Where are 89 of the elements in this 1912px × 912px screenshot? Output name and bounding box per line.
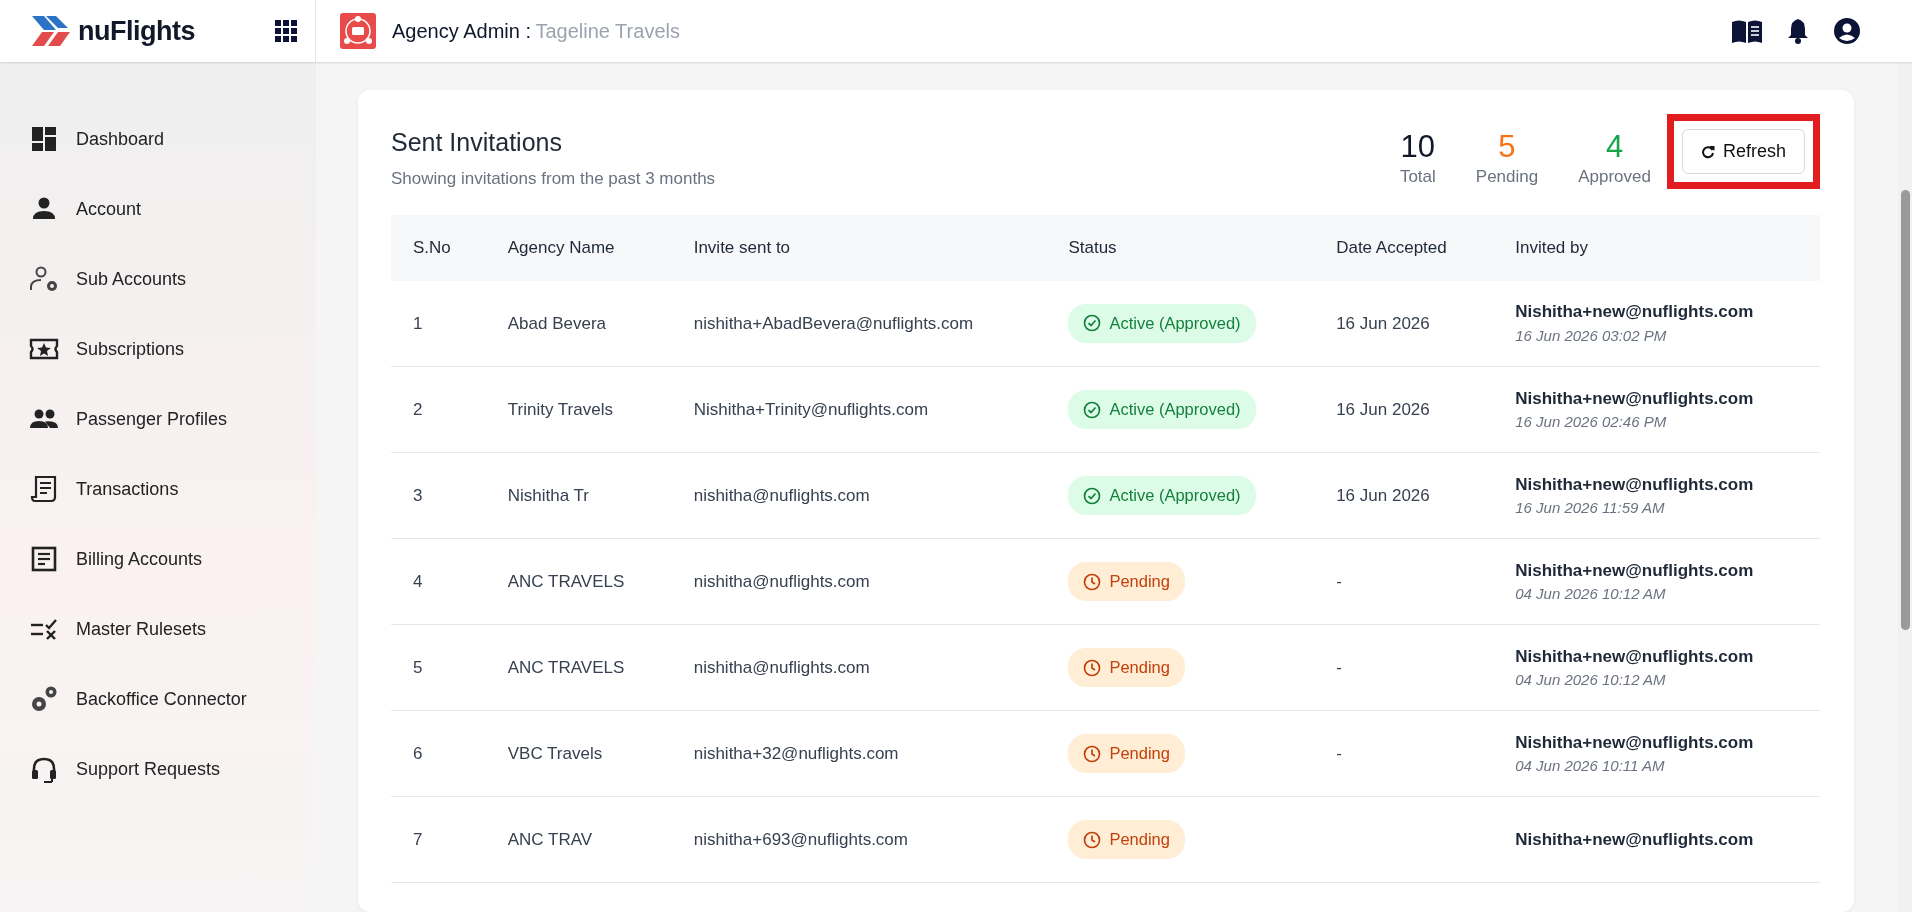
status-badge: Active (Approved): [1068, 476, 1256, 515]
sidebar-item[interactable]: Passenger Profiles: [0, 384, 316, 454]
refresh-icon: [1700, 144, 1715, 159]
table-cell: 2: [413, 399, 423, 419]
agency-name: Tageline Travels: [535, 20, 680, 42]
table-cell: nishitha@nuflights.com: [693, 657, 870, 677]
table-cell: Nishitha+Trinity@nuflights.com: [693, 399, 929, 419]
clock-icon: [1083, 744, 1102, 763]
check-circle-icon: [1083, 314, 1102, 333]
inviter-email: Nishitha+new@nuflights.com: [1515, 559, 1755, 582]
table-cell: 16 Jun 2026: [1336, 399, 1430, 419]
sidebar-item[interactable]: Account: [0, 174, 316, 244]
card-title: Sent Invitations: [391, 127, 563, 158]
sidebar-item[interactable]: Billing Accounts: [0, 524, 316, 594]
brand-name: nuFlights: [78, 14, 195, 48]
table-cell: Trinity Travels: [507, 399, 613, 419]
card-subtitle: Showing invitations from the past 3 months: [391, 167, 716, 190]
check-circle-icon: [1083, 400, 1102, 419]
apps-grid-icon[interactable]: [275, 20, 297, 42]
table-cell: ANC TRAVELS: [507, 571, 625, 591]
table-cell: nishitha+AbadBevera@nuflights.com: [693, 313, 974, 333]
status-badge: Active (Approved): [1068, 390, 1256, 429]
table-cell: ANC TRAV: [507, 829, 593, 849]
table-cell: 5: [413, 657, 423, 677]
table-cell: 6: [413, 743, 423, 763]
sidebar-item[interactable]: Subscriptions: [0, 314, 316, 384]
status-badge: Active (Approved): [1068, 303, 1256, 343]
column-header: S.No: [391, 215, 486, 281]
sidebar-item[interactable]: Transactions: [0, 454, 316, 524]
scrollbar-thumb[interactable]: [1900, 190, 1910, 630]
table-cell: 1: [413, 313, 423, 333]
stat-value: 10: [1399, 130, 1436, 165]
status-badge: Pending: [1068, 648, 1185, 687]
sidebar-item[interactable]: Sub Accounts: [0, 244, 316, 314]
status-badge: Pending: [1068, 820, 1185, 859]
status-badge: Pending: [1068, 562, 1185, 601]
book-icon[interactable]: [1732, 19, 1762, 43]
table-cell: ANC TRAVELS: [507, 657, 625, 677]
stat-label: Approved: [1578, 166, 1651, 189]
refresh-button[interactable]: Refresh: [1681, 129, 1805, 174]
stat-value: 4: [1604, 130, 1625, 165]
column-header: Date Accepted: [1314, 215, 1494, 281]
column-header: Invite sent to: [671, 215, 1047, 281]
stat-value: 5: [1497, 130, 1517, 165]
notification-bell-icon[interactable]: [1786, 18, 1810, 44]
invite-timestamp: 04 Jun 2026 10:12 AM: [1515, 670, 1667, 690]
table-cell: 16 Jun 2026: [1336, 313, 1430, 333]
invite-timestamp: 16 Jun 2026 02:46 PM: [1515, 412, 1668, 432]
table-cell: -: [1336, 743, 1342, 763]
invite-timestamp: 16 Jun 2026 11:59 AM: [1515, 498, 1666, 518]
sidebar-item[interactable]: Backoffice Connector: [0, 664, 316, 734]
table-cell: nishitha@nuflights.com: [693, 485, 870, 505]
inviter-email: Nishitha+new@nuflights.com: [1515, 731, 1755, 754]
inviter-email: Nishitha+new@nuflights.com: [1515, 473, 1755, 496]
invite-timestamp: 04 Jun 2026 10:12 AM: [1515, 584, 1667, 604]
clock-icon: [1083, 830, 1102, 849]
table-cell: 7: [413, 829, 423, 849]
clock-icon: [1083, 658, 1102, 677]
table-cell: -: [1336, 571, 1342, 591]
status-badge: Pending: [1068, 734, 1185, 773]
table-cell: Nishitha Tr: [507, 485, 589, 505]
stat-label: Pending: [1475, 166, 1539, 189]
clock-icon: [1083, 572, 1102, 591]
sidebar-item[interactable]: Master Rulesets: [0, 594, 316, 664]
table-cell: VBC Travels: [507, 743, 603, 763]
stat-label: Total: [1399, 166, 1436, 189]
invite-timestamp: 04 Jun 2026 10:11 AM: [1515, 756, 1666, 776]
invite-timestamp: 16 Jun 2026 03:02 PM: [1515, 325, 1668, 346]
table-cell: nishitha+32@nuflights.com: [693, 743, 899, 763]
table-cell: nishitha@nuflights.com: [693, 571, 870, 591]
inviter-email: Nishitha+new@nuflights.com: [1515, 828, 1755, 851]
table-cell: nishitha+693@nuflights.com: [693, 829, 908, 849]
table-cell: 3: [413, 485, 423, 505]
inviter-email: Nishitha+new@nuflights.com: [1515, 645, 1755, 668]
table-cell: 16 Jun 2026: [1336, 485, 1430, 505]
table-cell: Abad Bevera: [507, 313, 607, 333]
agency-icon: [340, 13, 376, 49]
user-account-icon[interactable]: [1834, 18, 1860, 44]
inviter-email: Nishitha+new@nuflights.com: [1515, 301, 1755, 324]
column-header: Status: [1046, 215, 1315, 281]
table-cell: -: [1336, 657, 1342, 677]
sidebar-item[interactable]: Support Requests: [0, 734, 316, 804]
table-cell: 4: [413, 571, 423, 591]
sidebar-item[interactable]: Dashboard: [0, 104, 316, 174]
column-header: Agency Name: [485, 215, 672, 281]
column-header: Invited by: [1493, 215, 1820, 281]
check-circle-icon: [1083, 486, 1102, 505]
page-title: Agency Admin :: [392, 20, 531, 42]
inviter-email: Nishitha+new@nuflights.com: [1515, 387, 1755, 410]
